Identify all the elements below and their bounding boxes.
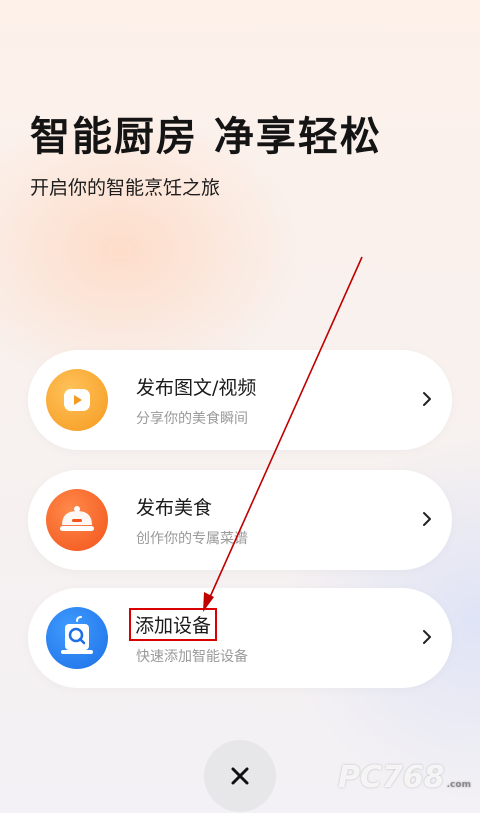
card-subtitle: 快速添加智能设备 bbox=[136, 649, 248, 665]
publish-recipe-card[interactable]: 发布美食 创作你的专属菜谱 bbox=[28, 470, 452, 570]
card-subtitle: 创作你的专属菜谱 bbox=[136, 531, 248, 547]
page-title: 智能厨房 净享轻松 bbox=[30, 114, 382, 160]
highlight-box: 添加设备 bbox=[129, 608, 218, 641]
card-subtitle: 分享你的美食瞬间 bbox=[136, 411, 248, 427]
card-title: 发布美食 bbox=[136, 497, 213, 519]
card-title: 添加设备 bbox=[129, 608, 218, 641]
close-icon bbox=[231, 767, 249, 785]
chevron-right-icon bbox=[423, 392, 431, 406]
chevron-right-icon bbox=[423, 512, 431, 526]
page-subtitle: 开启你的智能烹饪之旅 bbox=[30, 177, 221, 199]
card-title: 发布图文/视频 bbox=[136, 377, 257, 399]
video-play-icon bbox=[46, 369, 108, 431]
publish-post-card[interactable]: 发布图文/视频 分享你的美食瞬间 bbox=[28, 350, 452, 450]
watermark-logo: PC768 .com bbox=[338, 760, 471, 795]
device-add-icon bbox=[46, 607, 108, 669]
add-device-card[interactable]: 添加设备 快速添加智能设备 bbox=[28, 588, 452, 688]
chevron-right-icon bbox=[423, 630, 431, 644]
food-dish-icon bbox=[46, 489, 108, 551]
close-button[interactable] bbox=[204, 740, 276, 812]
